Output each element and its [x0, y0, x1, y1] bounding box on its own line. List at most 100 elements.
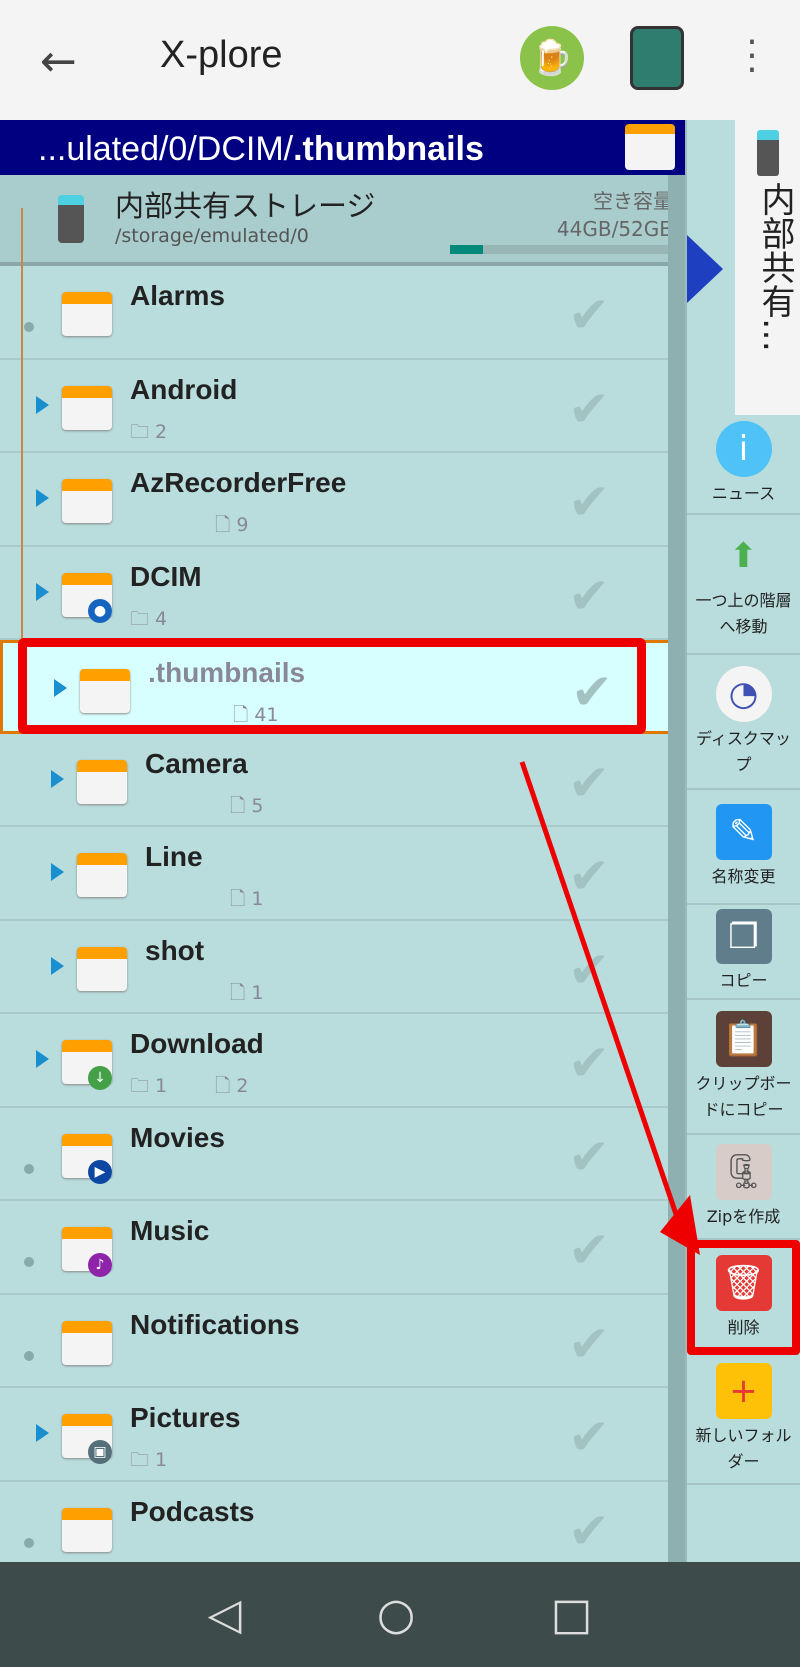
arrow-up-icon: ⬆	[729, 536, 758, 576]
check-icon[interactable]: ✔	[568, 286, 610, 344]
file-count-value: 9	[236, 514, 249, 536]
expand-icon[interactable]	[51, 956, 64, 975]
check-icon[interactable]: ✔	[568, 941, 610, 999]
list-item[interactable]: ↓ Download 🗀 1 🗋 2 ✔	[0, 1014, 685, 1108]
list-item[interactable]: ● DCIM 🗀 4 ✔	[0, 547, 685, 640]
app-bar: ← X-plore 🍺 · · ·	[0, 0, 800, 120]
check-icon[interactable]: ✔	[568, 1034, 610, 1092]
check-icon[interactable]: ✔	[568, 1315, 610, 1373]
nav-back-icon[interactable]: ◁	[208, 1589, 242, 1640]
list-item[interactable]: Line 🗋 1 ✔	[0, 827, 685, 921]
expand-icon[interactable]	[36, 489, 49, 507]
folder-icon	[62, 1507, 112, 1552]
item-name: Movies	[130, 1121, 225, 1153]
item-name: Line	[145, 841, 203, 872]
side-item-rename[interactable]: ✎ 名称変更	[687, 790, 800, 905]
file-count: 🗋 2	[215, 1075, 249, 1097]
side-item-arrow-up[interactable]: ⬆ 一つ上の階層へ移動	[687, 515, 800, 655]
clipboard-icon: 📋	[715, 1010, 772, 1067]
folder-icon	[77, 946, 127, 991]
list-item[interactable]: AzRecorderFree 🗋 9 ✔	[0, 453, 685, 547]
list-item[interactable]: Camera 🗋 5 ✔	[0, 734, 685, 827]
item-name: Notifications	[130, 1308, 300, 1340]
check-icon[interactable]: ✔	[568, 1128, 610, 1186]
system-nav-bar: ◁ ○ □	[0, 1562, 800, 1667]
expand-icon[interactable]	[36, 395, 49, 414]
expand-icon[interactable]	[36, 1050, 49, 1068]
free-value: 44GB/52GB	[556, 217, 673, 241]
item-name: Pictures	[130, 1402, 241, 1433]
app-title: X-plore	[160, 34, 283, 76]
list-item[interactable]: Notifications ✔	[0, 1295, 685, 1388]
storage-tab[interactable]: 内部共有…	[735, 120, 800, 415]
list-item[interactable]: shot 🗋 1 ✔	[0, 921, 685, 1014]
more-vert-icon[interactable]: · · ·	[742, 25, 762, 89]
check-icon[interactable]: ✔	[568, 567, 610, 625]
trash-icon: 🗑	[715, 1254, 772, 1311]
side-item-copy[interactable]: ❐ コピー	[687, 905, 800, 1000]
check-icon[interactable]: ✔	[568, 473, 610, 531]
free-space: 空き容量 44GB/52GB	[557, 187, 673, 243]
folder-count: 🗀 2	[130, 420, 168, 443]
devices-icon[interactable]	[630, 26, 684, 90]
list-item[interactable]: Alarms ✔	[0, 266, 685, 360]
expand-icon[interactable]	[36, 1424, 49, 1442]
check-icon[interactable]: ✔	[568, 1502, 610, 1560]
check-icon[interactable]: ✔	[568, 380, 610, 438]
check-icon[interactable]: ✔	[568, 1221, 610, 1279]
storage-usage-bar	[450, 245, 672, 254]
file-count: 🗋 5	[230, 794, 264, 817]
highlight-box	[18, 638, 646, 734]
side-item-trash[interactable]: 🗑 削除	[687, 1240, 800, 1355]
expand-icon[interactable]	[51, 863, 64, 881]
storage-header[interactable]: 内部共有ストレージ /storage/emulated/0 空き容量 44GB/5…	[0, 175, 685, 266]
side-item-info[interactable]: i ニュース	[687, 415, 800, 515]
side-item-label: 一つ上の階層へ移動	[695, 591, 792, 636]
nav-recent-icon[interactable]: □	[551, 1589, 593, 1640]
item-name: Music	[130, 1215, 210, 1246]
expand-icon[interactable]	[51, 769, 64, 788]
side-item-new-folder[interactable]: + 新しいフォルダー	[687, 1355, 800, 1485]
folder-count-value: 1	[155, 1449, 168, 1471]
file-count: 🗋 1	[230, 888, 264, 910]
folder-icon	[62, 292, 112, 336]
expand-icon[interactable]	[36, 582, 49, 601]
tab-label: 内部共有…	[755, 182, 795, 352]
check-icon[interactable]: ✔	[568, 847, 610, 905]
check-icon[interactable]: ✔	[568, 1408, 610, 1466]
rename-icon: ✎	[715, 803, 772, 860]
nav-home-icon[interactable]: ○	[377, 1589, 415, 1640]
side-item-disk-map[interactable]: ◔ ディスクマップ	[687, 655, 800, 790]
scrollbar[interactable]	[668, 175, 685, 1562]
side-item-label: ディスクマップ	[696, 728, 791, 774]
list-item[interactable]: Podcasts ✔	[0, 1482, 685, 1563]
dot-icon	[24, 1537, 34, 1548]
phone-icon	[58, 195, 84, 243]
zip-icon: 🗜	[715, 1143, 772, 1200]
arrow-right-icon	[687, 235, 723, 303]
beer-icon[interactable]: 🍺	[520, 26, 584, 90]
item-name: AzRecorderFree	[130, 467, 347, 498]
folder-count: 🗀 1	[130, 1075, 168, 1097]
folder-count-value: 2	[155, 420, 168, 443]
side-item-label: Zipを作成	[706, 1206, 781, 1226]
dot-icon	[24, 1257, 34, 1267]
dot-icon	[24, 1163, 34, 1174]
side-panel: 内部共有… i ニュース ⬆ 一つ上の階層へ移動 ◔ ディスクマップ ✎ 名称変更 ❐ コピー 📋 ク…	[685, 120, 800, 1562]
list-item[interactable]: Android 🗀 2 ✔	[0, 360, 685, 453]
file-count-value: 2	[236, 1075, 249, 1097]
storage-name: 内部共有ストレージ	[115, 189, 376, 223]
side-item-zip[interactable]: 🗜 Zipを作成	[687, 1135, 800, 1240]
folder-icon	[77, 853, 127, 897]
check-icon[interactable]: ✔	[568, 754, 610, 812]
side-item-clipboard[interactable]: 📋 クリップボードにコピー	[687, 1000, 800, 1135]
info-icon: i	[715, 421, 772, 477]
list-item[interactable]: ▶ Movies ✔	[0, 1108, 685, 1201]
camera-folder-icon	[625, 124, 675, 170]
arrow-left-icon[interactable]: ←	[40, 36, 77, 87]
path-prefix: ...ulated/0/DCIM/	[38, 130, 294, 168]
list-item[interactable]: ▣ Pictures 🗀 1 ✔	[0, 1388, 685, 1482]
disk-map-icon: ◔	[715, 665, 772, 722]
list-item[interactable]: ♪ Music ✔	[0, 1201, 685, 1295]
item-name: Android	[130, 373, 238, 405]
